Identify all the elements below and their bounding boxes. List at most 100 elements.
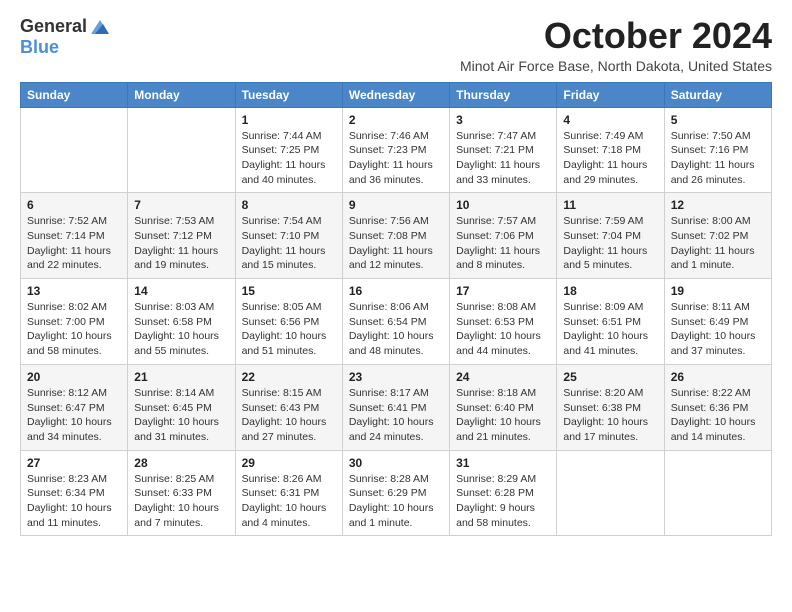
day-info: Sunrise: 7:50 AMSunset: 7:16 PMDaylight:… [671,129,765,188]
calendar-cell: 17 Sunrise: 8:08 AMSunset: 6:53 PMDayligh… [450,279,557,365]
day-info: Sunrise: 8:29 AMSunset: 6:28 PMDaylight:… [456,472,550,531]
logo: General Blue [20,16,111,58]
calendar-cell: 3 Sunrise: 7:47 AMSunset: 7:21 PMDaylight… [450,107,557,193]
day-number: 29 [242,456,336,470]
day-info: Sunrise: 8:11 AMSunset: 6:49 PMDaylight:… [671,300,765,359]
calendar-cell: 15Sunrise: 8:05 AMSunset: 6:56 PMDayligh… [235,279,342,365]
day-info: Sunrise: 8:06 AMSunset: 6:54 PMDaylight:… [349,300,443,359]
day-info: Sunrise: 8:02 AMSunset: 7:00 PMDaylight:… [27,300,121,359]
title-area: October 2024 Minot Air Force Base, North… [460,16,772,74]
logo-general-text: General [20,17,87,37]
calendar-cell: 13 Sunrise: 8:02 AMSunset: 7:00 PMDayligh… [21,279,128,365]
calendar-cell: 23 Sunrise: 8:17 AMSunset: 6:41 PMDayligh… [342,364,449,450]
day-info: Sunrise: 8:26 AMSunset: 6:31 PMDaylight:… [242,472,336,531]
calendar-cell: 29 Sunrise: 8:26 AMSunset: 6:31 PMDayligh… [235,450,342,536]
day-info: Sunrise: 7:47 AMSunset: 7:21 PMDaylight:… [456,129,550,188]
day-info: Sunrise: 8:28 AMSunset: 6:29 PMDaylight:… [349,472,443,531]
calendar-cell: 5 Sunrise: 7:50 AMSunset: 7:16 PMDaylight… [664,107,771,193]
calendar-cell: 8Sunrise: 7:54 AMSunset: 7:10 PMDaylight… [235,193,342,279]
day-info: Sunrise: 8:25 AMSunset: 6:33 PMDaylight:… [134,472,228,531]
day-info: Sunrise: 8:18 AMSunset: 6:40 PMDaylight:… [456,386,550,445]
day-number: 23 [349,370,443,384]
day-info: Sunrise: 8:14 AMSunset: 6:45 PMDaylight:… [134,386,228,445]
header: General Blue October 2024 Minot Air Forc… [20,16,772,74]
calendar-cell: 30 Sunrise: 8:28 AMSunset: 6:29 PMDayligh… [342,450,449,536]
calendar-cell: 4Sunrise: 7:49 AMSunset: 7:18 PMDaylight… [557,107,664,193]
calendar-cell: 26Sunrise: 8:22 AMSunset: 6:36 PMDayligh… [664,364,771,450]
day-number: 20 [27,370,121,384]
day-header-tuesday: Tuesday [235,82,342,107]
day-number: 11 [563,198,657,212]
day-info: Sunrise: 7:52 AMSunset: 7:14 PMDaylight:… [27,214,121,273]
day-info: Sunrise: 7:57 AMSunset: 7:06 PMDaylight:… [456,214,550,273]
calendar-cell: 12 Sunrise: 8:00 AMSunset: 7:02 PMDayligh… [664,193,771,279]
day-info: Sunrise: 8:00 AMSunset: 7:02 PMDaylight:… [671,214,765,273]
day-info: Sunrise: 7:44 AMSunset: 7:25 PMDaylight:… [242,129,336,188]
calendar-cell: 25 Sunrise: 8:20 AMSunset: 6:38 PMDayligh… [557,364,664,450]
day-number: 27 [27,456,121,470]
day-number: 8 [242,198,336,212]
day-header-wednesday: Wednesday [342,82,449,107]
calendar-cell: 22Sunrise: 8:15 AMSunset: 6:43 PMDayligh… [235,364,342,450]
day-header-saturday: Saturday [664,82,771,107]
day-header-sunday: Sunday [21,82,128,107]
day-number: 21 [134,370,228,384]
day-info: Sunrise: 8:15 AMSunset: 6:43 PMDaylight:… [242,386,336,445]
day-number: 9 [349,198,443,212]
calendar-cell: 28Sunrise: 8:25 AMSunset: 6:33 PMDayligh… [128,450,235,536]
week-row-1: 1 Sunrise: 7:44 AMSunset: 7:25 PMDaylight… [21,107,772,193]
day-number: 6 [27,198,121,212]
day-number: 1 [242,113,336,127]
calendar-cell: 14 Sunrise: 8:03 AMSunset: 6:58 PMDayligh… [128,279,235,365]
day-number: 7 [134,198,228,212]
calendar-cell: 2 Sunrise: 7:46 AMSunset: 7:23 PMDaylight… [342,107,449,193]
day-number: 13 [27,284,121,298]
calendar-table: SundayMondayTuesdayWednesdayThursdayFrid… [20,82,772,537]
logo-blue-text: Blue [20,38,59,58]
day-info: Sunrise: 7:53 AMSunset: 7:12 PMDaylight:… [134,214,228,273]
month-title: October 2024 [460,16,772,56]
day-number: 3 [456,113,550,127]
day-number: 10 [456,198,550,212]
calendar-cell: 7 Sunrise: 7:53 AMSunset: 7:12 PMDaylight… [128,193,235,279]
calendar-cell: 24Sunrise: 8:18 AMSunset: 6:40 PMDayligh… [450,364,557,450]
day-info: Sunrise: 8:12 AMSunset: 6:47 PMDaylight:… [27,386,121,445]
day-number: 17 [456,284,550,298]
day-number: 14 [134,284,228,298]
day-info: Sunrise: 7:49 AMSunset: 7:18 PMDaylight:… [563,129,657,188]
day-info: Sunrise: 7:56 AMSunset: 7:08 PMDaylight:… [349,214,443,273]
calendar-cell: 16Sunrise: 8:06 AMSunset: 6:54 PMDayligh… [342,279,449,365]
day-info: Sunrise: 8:20 AMSunset: 6:38 PMDaylight:… [563,386,657,445]
calendar-cell: 31 Sunrise: 8:29 AMSunset: 6:28 PMDayligh… [450,450,557,536]
day-number: 30 [349,456,443,470]
day-header-friday: Friday [557,82,664,107]
calendar-cell: 6 Sunrise: 7:52 AMSunset: 7:14 PMDaylight… [21,193,128,279]
week-row-2: 6 Sunrise: 7:52 AMSunset: 7:14 PMDaylight… [21,193,772,279]
calendar-cell: 21 Sunrise: 8:14 AMSunset: 6:45 PMDayligh… [128,364,235,450]
day-info: Sunrise: 8:17 AMSunset: 6:41 PMDaylight:… [349,386,443,445]
day-info: Sunrise: 8:05 AMSunset: 6:56 PMDaylight:… [242,300,336,359]
day-info: Sunrise: 7:46 AMSunset: 7:23 PMDaylight:… [349,129,443,188]
week-row-4: 20 Sunrise: 8:12 AMSunset: 6:47 PMDayligh… [21,364,772,450]
day-number: 26 [671,370,765,384]
calendar-cell [664,450,771,536]
week-row-3: 13 Sunrise: 8:02 AMSunset: 7:00 PMDayligh… [21,279,772,365]
week-row-5: 27Sunrise: 8:23 AMSunset: 6:34 PMDayligh… [21,450,772,536]
day-header-thursday: Thursday [450,82,557,107]
day-number: 25 [563,370,657,384]
calendar-cell: 11 Sunrise: 7:59 AMSunset: 7:04 PMDayligh… [557,193,664,279]
calendar-cell: 20 Sunrise: 8:12 AMSunset: 6:47 PMDayligh… [21,364,128,450]
day-number: 18 [563,284,657,298]
day-number: 12 [671,198,765,212]
day-number: 2 [349,113,443,127]
day-info: Sunrise: 8:03 AMSunset: 6:58 PMDaylight:… [134,300,228,359]
calendar-cell: 10 Sunrise: 7:57 AMSunset: 7:06 PMDayligh… [450,193,557,279]
subtitle: Minot Air Force Base, North Dakota, Unit… [460,58,772,74]
day-info: Sunrise: 7:59 AMSunset: 7:04 PMDaylight:… [563,214,657,273]
day-info: Sunrise: 8:08 AMSunset: 6:53 PMDaylight:… [456,300,550,359]
calendar-cell [557,450,664,536]
day-number: 31 [456,456,550,470]
day-header-monday: Monday [128,82,235,107]
calendar-cell: 19Sunrise: 8:11 AMSunset: 6:49 PMDayligh… [664,279,771,365]
day-number: 5 [671,113,765,127]
